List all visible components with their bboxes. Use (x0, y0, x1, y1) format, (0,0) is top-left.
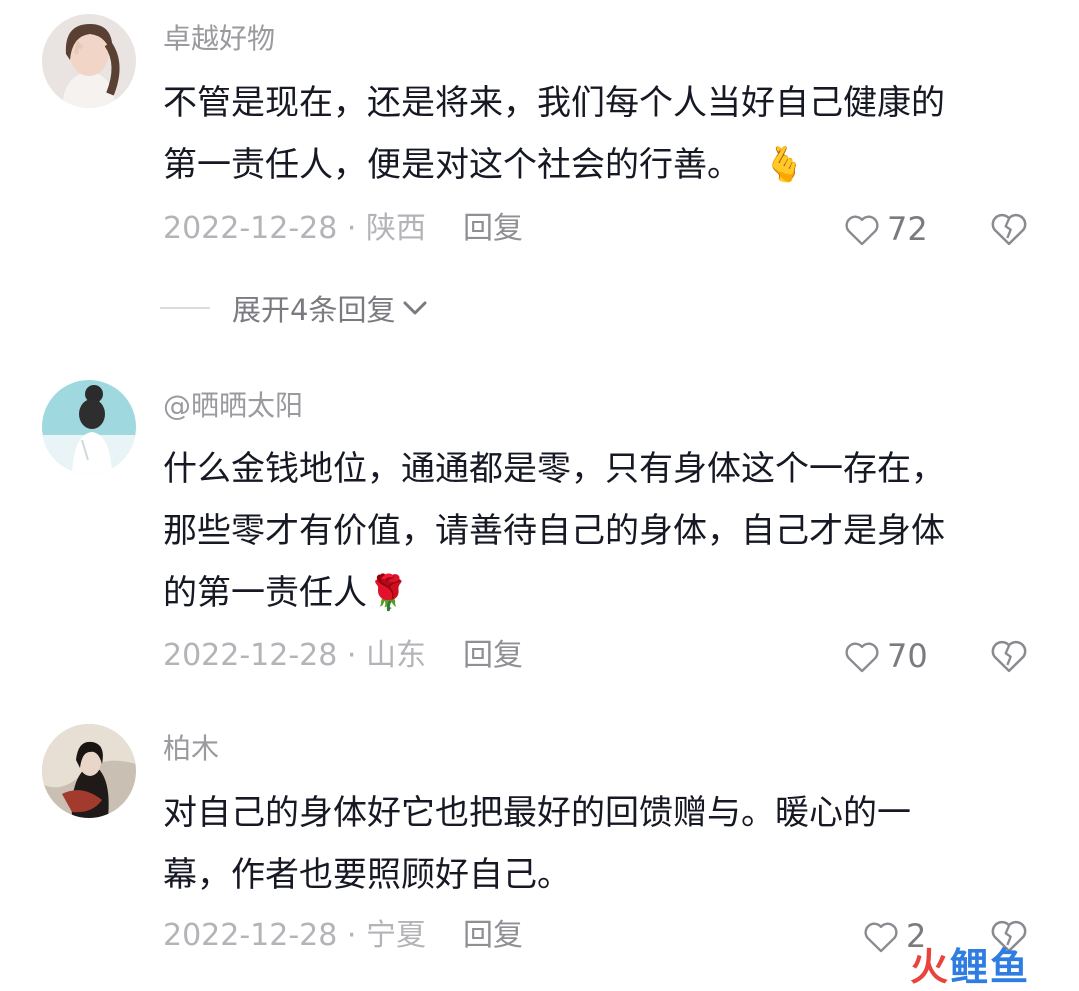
heart-icon (845, 215, 879, 246)
date-region: 2022-12-28 · 宁夏 (163, 918, 426, 953)
heart-icon (845, 642, 879, 673)
username[interactable]: 卓越好物 (163, 22, 275, 56)
avatar[interactable] (42, 724, 136, 818)
dislike-button[interactable] (989, 209, 1029, 249)
comment-line: 什么金钱地位，通通都是零，只有身体这个一存在， (163, 449, 945, 489)
username[interactable]: 柏木 (163, 732, 219, 766)
watermark-logo: 火 鲤鱼 (910, 936, 1030, 991)
comment-line: 那些零才有价值，请善待自己的身体，自己才是身体 (163, 511, 945, 551)
like-button[interactable]: 70 (843, 636, 928, 676)
reply-button[interactable]: 回复 (463, 638, 523, 674)
comment-line: 幕，作者也要照顾好自己。 (163, 855, 571, 895)
reply-button[interactable]: 回复 (463, 918, 523, 954)
broken-heart-icon (991, 640, 1027, 673)
comment-text: 不管是现在，还是将来，我们每个人当好自己健康的 第一责任人，便是对这个社会的行善… (163, 72, 1043, 196)
reply-button[interactable]: 回复 (463, 211, 523, 247)
comment-line: 对自己的身体好它也把最好的回馈赠与。暖心的一 (163, 793, 911, 833)
avatar[interactable] (42, 14, 136, 108)
expand-replies-label: 展开4条回复 (232, 293, 396, 327)
expand-replies-button[interactable]: 展开4条回复 (160, 288, 429, 328)
comment-line: 第一责任人，便是对这个社会的行善。 🫰 (163, 145, 806, 185)
comment-text: 什么金钱地位，通通都是零，只有身体这个一存在， 那些零才有价值，请善待自己的身体… (163, 438, 1043, 624)
heart-icon (864, 922, 898, 953)
watermark-text: 鲤鱼 (950, 945, 1031, 989)
watermark-char: 火 (910, 945, 951, 989)
chevron-down-icon (403, 301, 427, 315)
comment-line: 不管是现在，还是将来，我们每个人当好自己健康的 (163, 83, 945, 123)
like-button[interactable]: 72 (843, 209, 928, 249)
divider-line (160, 307, 210, 309)
like-count: 70 (887, 637, 928, 675)
broken-heart-icon (991, 213, 1027, 246)
date-region: 2022-12-28 · 山东 (163, 638, 426, 673)
avatar[interactable] (42, 380, 136, 474)
emoji: 🌹 (367, 573, 410, 613)
username[interactable]: @晒晒太阳 (163, 389, 303, 423)
comment-text: 对自己的身体好它也把最好的回馈赠与。暖心的一 幕，作者也要照顾好自己。 (163, 782, 1043, 906)
like-count: 72 (887, 210, 928, 248)
comment-line: 的第一责任人🌹 (163, 573, 410, 613)
dislike-button[interactable] (989, 636, 1029, 676)
date-region: 2022-12-28 · 陕西 (163, 211, 426, 246)
emoji: 🫰 (763, 145, 806, 185)
